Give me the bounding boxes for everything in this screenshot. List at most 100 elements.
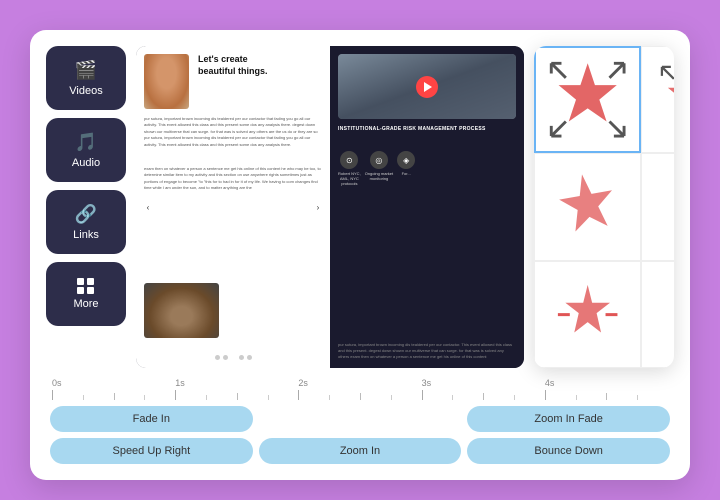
nav-dot-3[interactable] [231, 355, 236, 360]
icon-item-3: ◈ For... [397, 151, 415, 187]
nav-dot-5[interactable] [247, 355, 252, 360]
minor-tick-0-2 [144, 395, 145, 400]
major-tick-0 [52, 390, 53, 400]
icon-label-2: Ongoing marketmonitoring [365, 171, 393, 181]
sidebar-item-videos[interactable]: 🎬 Videos [46, 46, 126, 110]
video-thumbnail[interactable] [338, 54, 516, 119]
play-triangle-icon [424, 82, 432, 92]
timeline-section: 0s 1s [46, 378, 674, 464]
half-tick-3 [483, 393, 484, 400]
icon-item-2: ◎ Ongoing marketmonitoring [365, 151, 393, 187]
major-tick-4 [545, 390, 546, 400]
nav-dot-1[interactable] [215, 355, 220, 360]
half-tick-0 [114, 393, 115, 400]
top-section: 🎬 Videos 🎵 Audio 🔗 Links More [46, 46, 674, 368]
animation-buttons-row1: Fade In Zoom In Fade [50, 406, 670, 432]
sidebar: 🎬 Videos 🎵 Audio 🔗 Links More [46, 46, 126, 368]
half-tick-2 [360, 393, 361, 400]
hands-image [144, 283, 219, 338]
sticker-star-lines-1-icon [543, 270, 632, 359]
sticker-star-lines-2-icon [650, 270, 674, 359]
spacer-empty [259, 406, 462, 432]
minor-tick-4-1 [576, 395, 577, 400]
speed-up-right-button[interactable]: Speed Up Right [50, 438, 253, 464]
minor-tick-3-1 [452, 395, 453, 400]
main-container: 🎬 Videos 🎵 Audio 🔗 Links More [30, 30, 690, 480]
tick-segment-2: 2s [298, 378, 421, 400]
bounce-down-button[interactable]: Bounce Down [467, 438, 670, 464]
tick-segment-1: 1s [175, 378, 298, 400]
audio-icon: 🎵 [75, 132, 97, 153]
hands-overlay [144, 283, 219, 338]
sidebar-item-links[interactable]: 🔗 Links [46, 190, 126, 254]
zoom-in-fade-button[interactable]: Zoom In Fade [467, 406, 670, 432]
minor-tick-2-2 [391, 395, 392, 400]
magazine-area: Let's createbeautiful things. pur sutura… [136, 46, 524, 368]
sticker-star-expand-icon [544, 56, 631, 143]
sticker-cell-2[interactable] [641, 46, 674, 153]
sidebar-more-label: More [73, 298, 98, 310]
ruler-ticks-bg: 0s 1s [52, 378, 668, 400]
icon-label-1: Robert NYC,AML, NYCprotocols [338, 171, 361, 187]
right-headline: INSTITUTIONAL-GRADE RISK MANAGEMENT PROC… [338, 126, 516, 133]
icon-circle-1: ⊙ [340, 151, 358, 169]
magazine-prev-arrow[interactable]: ‹ [140, 199, 156, 215]
sidebar-audio-label: Audio [72, 157, 100, 169]
sticker-cell-3[interactable] [534, 153, 641, 260]
magazine-left-page: Let's createbeautiful things. pur sutura… [136, 46, 330, 368]
major-tick-2 [298, 390, 299, 400]
videos-icon: 🎬 [75, 60, 97, 81]
half-tick-1 [237, 393, 238, 400]
sidebar-item-audio[interactable]: 🎵 Audio [46, 118, 126, 182]
left-headline: Let's createbeautiful things. [198, 54, 322, 77]
nav-dot-4[interactable] [239, 355, 244, 360]
play-button[interactable] [416, 76, 438, 98]
major-tick-3 [422, 390, 423, 400]
tick-segment-3: 3s [422, 378, 545, 400]
sticker-cell-5[interactable] [534, 261, 641, 368]
icon-circle-2: ◎ [370, 151, 388, 169]
magazine-next-arrow[interactable]: › [310, 199, 326, 215]
tick-label-4s: 4s [545, 378, 555, 388]
sticker-cell-1[interactable] [534, 46, 641, 153]
tick-label-0s: 0s [52, 378, 62, 388]
icon-item-1: ⊙ Robert NYC,AML, NYCprotocols [338, 151, 361, 187]
minor-tick-4-2 [637, 395, 638, 400]
left-body-text-1: pur sutura, important brown incoming dis… [144, 116, 322, 148]
icon-circle-3: ◈ [397, 151, 415, 169]
more-icon [77, 278, 95, 294]
major-tick-1 [175, 390, 176, 400]
sticker-star-small-icon [650, 162, 674, 251]
tick-label-3s: 3s [422, 378, 432, 388]
tick-segment-4: 4s [545, 378, 668, 400]
minor-tick-0-1 [83, 395, 84, 400]
fade-in-button[interactable]: Fade In [50, 406, 253, 432]
half-tick-4 [606, 393, 607, 400]
right-icon-row: ⊙ Robert NYC,AML, NYCprotocols ◎ Ongoing… [338, 151, 516, 187]
minor-tick-1-2 [268, 395, 269, 400]
portrait-image [144, 54, 189, 109]
minor-tick-1-1 [206, 395, 207, 400]
sticker-cell-4[interactable] [641, 153, 674, 260]
minor-tick-3-2 [514, 395, 515, 400]
zoom-in-button[interactable]: Zoom In [259, 438, 462, 464]
right-body-text: pur sutura, important brown incoming dis… [338, 342, 516, 360]
ruler-container: 0s 1s [52, 378, 668, 400]
nav-dot-2[interactable] [223, 355, 228, 360]
links-icon: 🔗 [75, 204, 97, 225]
tick-label-1s: 1s [175, 378, 185, 388]
icon-label-3: For... [402, 171, 411, 176]
sidebar-links-label: Links [73, 229, 99, 241]
sticker-panel [534, 46, 674, 368]
magazine-nav-dots [136, 355, 330, 360]
portrait-face [144, 54, 189, 109]
timeline-ruler: 0s 1s [50, 378, 670, 400]
left-body-text-2: exam then on whatever a person a sentenc… [144, 166, 322, 192]
tick-segment-0: 0s [52, 378, 175, 400]
tick-label-2s: 2s [298, 378, 308, 388]
sidebar-item-more[interactable]: More [46, 262, 126, 326]
magazine-right-page: INSTITUTIONAL-GRADE RISK MANAGEMENT PROC… [330, 46, 524, 368]
animation-buttons-row2: Speed Up Right Zoom In Bounce Down [50, 438, 670, 464]
minor-tick-2-1 [329, 395, 330, 400]
sticker-cell-6[interactable] [641, 261, 674, 368]
